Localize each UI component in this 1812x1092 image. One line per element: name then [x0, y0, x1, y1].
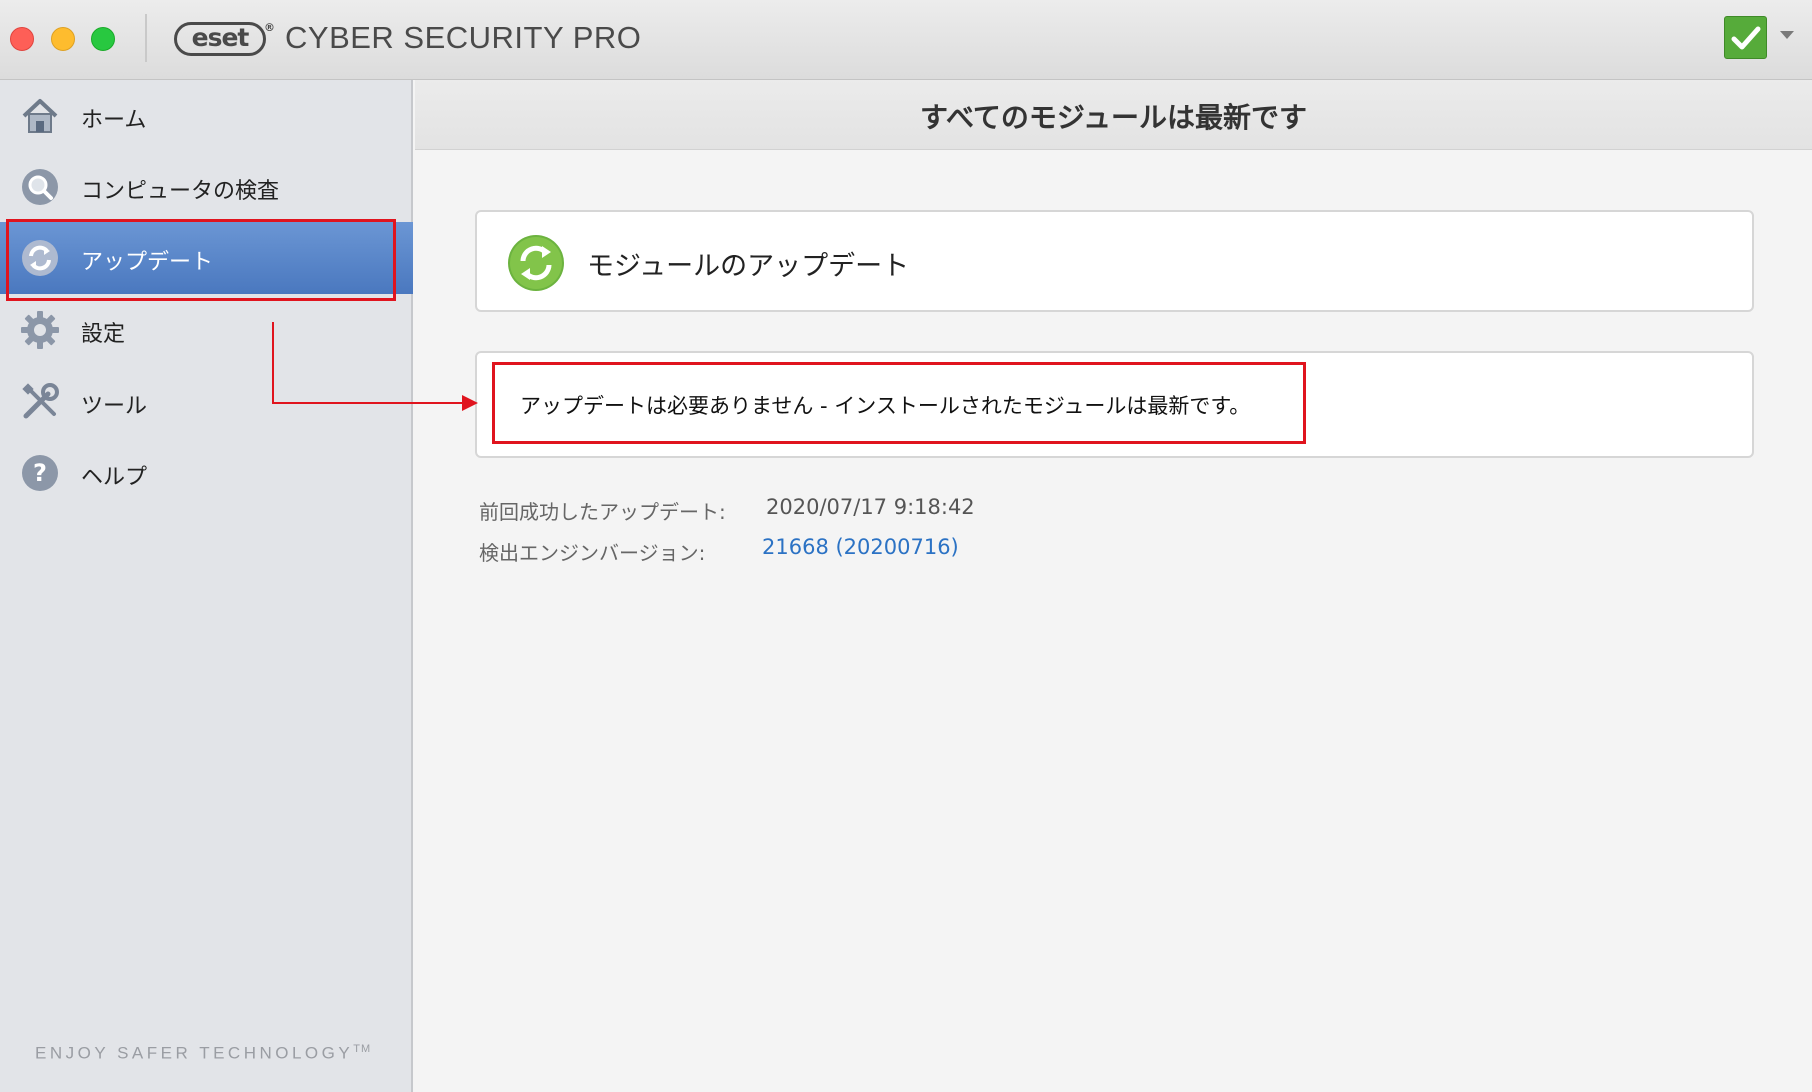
svg-text:?: ? [33, 459, 47, 487]
page-title: すべてのモジュールは最新です [920, 101, 1307, 134]
annotation-connector-horizontal [272, 402, 464, 404]
eset-logo: eset ® [174, 21, 275, 56]
engine-version-label: 検出エンジンバージョン: [479, 541, 706, 565]
annotation-arrowhead-icon [462, 395, 478, 411]
trademark-mark: TM [353, 1043, 372, 1056]
sidebar-item-home[interactable]: ホーム [0, 80, 413, 152]
checkmark-icon [1731, 26, 1761, 50]
sidebar-item-label: ホーム [81, 108, 147, 133]
magnifier-icon [22, 169, 58, 205]
gear-icon [21, 311, 59, 349]
update-status-icon [508, 235, 564, 291]
sidebar-item-label: 設定 [81, 322, 126, 347]
annotation-box-message [492, 362, 1306, 444]
tools-icon [22, 383, 59, 419]
help-icon: ? [22, 455, 58, 491]
annotation-box-update-nav [6, 219, 396, 301]
close-window-button[interactable] [10, 27, 34, 51]
status-dropdown-caret-icon[interactable] [1780, 31, 1794, 39]
main-header: すべてのモジュールは最新です [415, 80, 1812, 150]
module-update-card: モジュールのアップデート [475, 210, 1754, 312]
titlebar-divider [145, 14, 147, 62]
last-update-label: 前回成功したアップデート: [479, 500, 726, 524]
app-title: CYBER SECURITY PRO [285, 20, 642, 55]
logo-text: eset [191, 23, 250, 52]
sidebar-item-settings[interactable]: 設定 [0, 294, 413, 366]
logo-registered-mark: ® [264, 21, 275, 34]
sidebar-item-label: ヘルプ [81, 465, 148, 490]
zoom-window-button[interactable] [91, 27, 115, 51]
sidebar-item-help[interactable]: ? ヘルプ [0, 437, 413, 509]
last-update-value: 2020/07/17 9:18:42 [766, 495, 975, 519]
tagline-text: ENJOY SAFER TECHNOLOGY [35, 1044, 354, 1063]
sidebar-item-label: ツール [81, 394, 148, 419]
sidebar-item-label: コンピュータの検査 [81, 179, 280, 204]
title-bar: eset ® CYBER SECURITY PRO [0, 0, 1812, 80]
minimize-window-button[interactable] [51, 27, 75, 51]
protection-status-button[interactable] [1724, 16, 1767, 59]
sidebar-item-scan[interactable]: コンピュータの検査 [0, 151, 413, 223]
home-icon [22, 99, 58, 133]
sidebar-tagline: ENJOY SAFER TECHNOLOGYTM [35, 1043, 371, 1064]
module-update-title: モジュールのアップデート [587, 251, 910, 282]
annotation-connector-vertical [272, 322, 274, 404]
engine-version-link[interactable]: 21668 (20200716) [762, 535, 959, 559]
